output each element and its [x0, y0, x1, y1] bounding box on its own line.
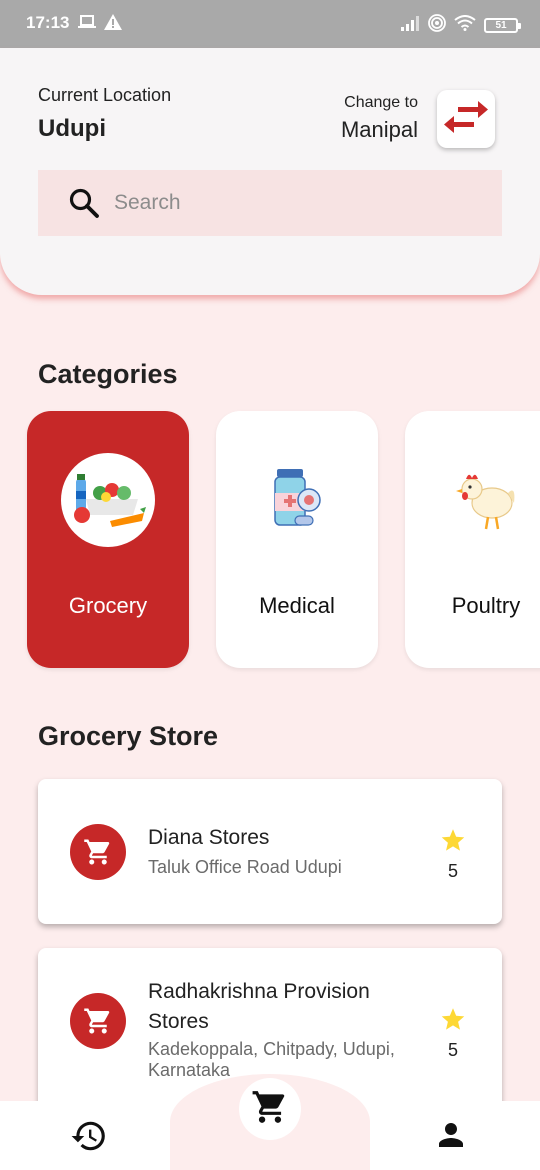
current-location-value: Udupi [38, 115, 106, 142]
category-label: Grocery [68, 593, 148, 618]
cart-icon [251, 1088, 289, 1131]
signal-icon [400, 15, 420, 36]
store-card[interactable]: Diana Stores Taluk Office Road Udupi 5 [38, 779, 502, 924]
nav-history-button[interactable] [70, 1117, 108, 1160]
category-card-poultry[interactable]: Poultry [405, 411, 540, 668]
grocery-icon [61, 453, 155, 547]
store-cart-icon [70, 824, 126, 880]
status-time: 17:13 [26, 13, 70, 32]
change-to-label: Change to [344, 94, 418, 111]
search-icon [68, 187, 100, 219]
star-icon [439, 1008, 467, 1037]
current-location-label: Current Location [38, 85, 172, 105]
swap-location-button[interactable] [437, 90, 495, 148]
swap-icon [444, 100, 488, 139]
rating-value: 5 [447, 861, 458, 881]
person-icon [433, 1123, 469, 1157]
search-bar[interactable] [38, 170, 502, 236]
store-section-title: Grocery Store [38, 721, 219, 751]
chicken-icon [439, 453, 533, 547]
search-input[interactable] [114, 191, 474, 215]
wifi-icon [454, 15, 476, 36]
battery-icon: 51 [484, 18, 521, 33]
history-icon [70, 1121, 108, 1159]
category-card-medical[interactable]: Medical [216, 411, 378, 668]
store-cart-icon [70, 993, 126, 1049]
store-rating: 5 [438, 1006, 468, 1061]
store-address: Taluk Office Road Udupi [148, 857, 342, 877]
store-name: Diana Stores [148, 826, 270, 849]
location-header: Current Location Udupi Change to Manipal [0, 48, 540, 295]
star-icon [439, 829, 467, 858]
rating-value: 5 [447, 1040, 458, 1060]
category-label: Poultry [451, 593, 521, 618]
categories-title: Categories [38, 359, 178, 389]
nav-cart-button[interactable] [239, 1078, 301, 1140]
laptop-icon [78, 14, 96, 35]
warning-icon [104, 14, 122, 35]
status-bar: 17:13 51 [0, 0, 540, 48]
change-to-value: Manipal [340, 117, 418, 142]
medicine-icon [250, 453, 344, 547]
store-rating: 5 [438, 827, 468, 882]
hotspot-icon [428, 14, 446, 37]
category-card-grocery[interactable]: Grocery [27, 411, 189, 668]
store-name: Radhakrishna Provision Stores [148, 980, 370, 1033]
category-label: Medical [259, 593, 335, 618]
nav-profile-button[interactable] [433, 1117, 469, 1158]
